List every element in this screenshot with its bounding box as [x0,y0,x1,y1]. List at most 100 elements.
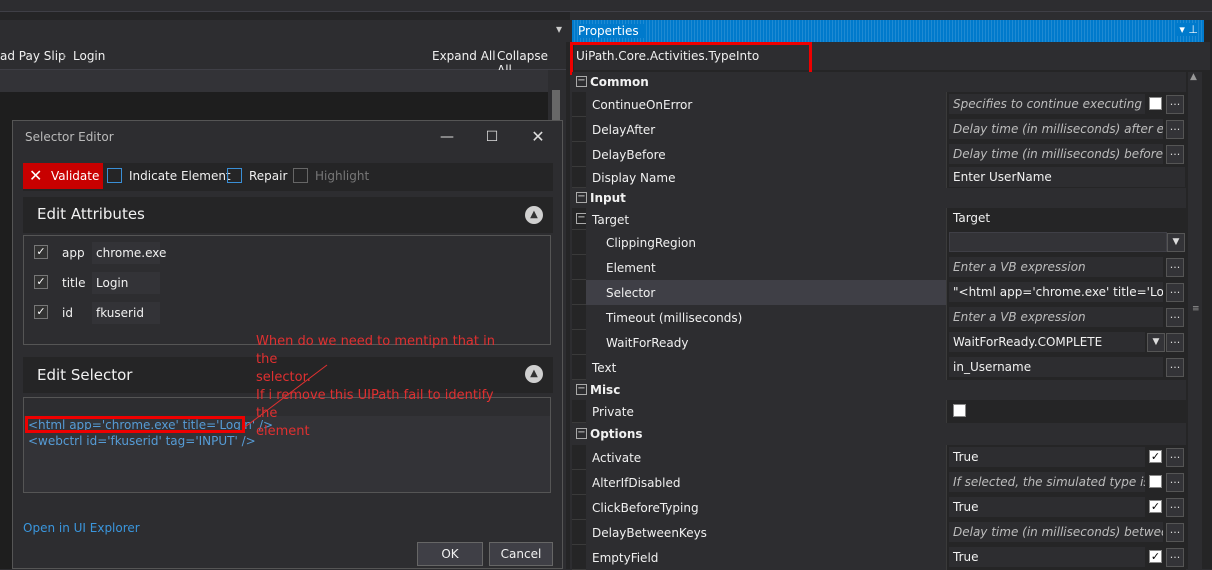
dropdown-arrow-icon[interactable]: ▼ [1147,333,1165,352]
collapse-icon[interactable]: − [576,192,587,203]
property-row: Selector "<html app='chrome.exe' title='… [572,280,1186,305]
property-value-input[interactable]: If selected, the simulated type is exec [949,472,1145,492]
property-value: "<html app='chrome.exe' title='Login' / … [946,280,1186,305]
breadcrumb-item[interactable]: ad Pay Slip [0,49,66,63]
property-value-input[interactable]: True [949,497,1145,517]
property-value [946,400,1186,423]
indicate-element-button[interactable]: Indicate Element [129,163,231,189]
property-value-input[interactable]: Enter a VB expression [949,307,1163,327]
property-value-text: Target [949,208,1185,228]
highlight-button[interactable]: Highlight [315,163,369,189]
ellipsis-button[interactable]: ... [1166,523,1184,542]
ellipsis-button[interactable]: ... [1166,333,1184,352]
properties-scrollbar[interactable]: ▲ ≡ [1188,72,1202,569]
ok-button[interactable]: OK [417,542,483,566]
checkbox[interactable] [953,404,966,417]
property-value-input[interactable]: True [949,547,1145,567]
property-value: True ✓ ... [946,495,1186,520]
property-value: Target [946,208,1186,230]
category-misc[interactable]: − Misc [572,380,1186,400]
close-icon[interactable]: ✕ [528,127,548,147]
ellipsis-button[interactable]: ... [1166,95,1184,114]
validate-label: Validate [51,169,100,183]
property-value-input[interactable]: WaitForReady.COMPLETE [949,332,1145,352]
property-name: DelayBetweenKeys [586,520,946,545]
property-value: Enter UserName [946,167,1186,188]
checkbox-checked[interactable]: ✓ [1149,450,1162,463]
checkbox-id[interactable]: ✓ [34,305,48,319]
cancel-button[interactable]: Cancel [489,542,553,566]
property-value-input[interactable] [949,232,1167,252]
property-value: Delay time (in milliseconds) after execu… [946,117,1186,142]
chevron-up-icon[interactable]: ▲ [525,206,543,224]
property-value: WaitForReady.COMPLETE ▼ ... [946,330,1186,355]
property-name: ContinueOnError [586,92,946,117]
ellipsis-button[interactable]: ... [1166,120,1184,139]
property-row: − Target Target [572,208,1186,230]
attribute-value-input[interactable]: chrome.exe [92,242,166,264]
property-value: Delay time (in milliseconds) between two… [946,520,1186,545]
checkbox[interactable] [1149,475,1162,488]
property-value-input[interactable]: Enter a VB expression [949,257,1163,277]
dropdown-arrow-icon[interactable]: ▼ [1167,233,1185,252]
highlight-annotation-box [25,416,245,433]
checkbox[interactable] [1149,97,1162,110]
collapse-icon[interactable]: − [576,76,587,87]
minimize-icon[interactable]: — [437,127,457,147]
ellipsis-button[interactable]: ... [1166,358,1184,377]
ellipsis-button[interactable]: ... [1166,145,1184,164]
property-value-input[interactable]: Delay time (in milliseconds) after execu… [949,119,1163,139]
ellipsis-button[interactable]: ... [1166,498,1184,517]
property-value-input[interactable]: True [949,447,1145,467]
property-row: Text in_Username ... [572,355,1186,380]
attribute-value-input[interactable]: Login [92,272,160,294]
checkbox-checked[interactable]: ✓ [1149,550,1162,563]
property-value: If selected, the simulated type is exec … [946,470,1186,495]
collapse-icon[interactable]: − [576,384,587,395]
scroll-up-icon[interactable]: ▲ [1190,72,1197,82]
breadcrumb-item[interactable]: Login [73,49,105,63]
highlight-icon [293,168,308,183]
property-value-input[interactable]: Delay time (in milliseconds) between two [949,522,1163,542]
property-value-input[interactable]: in_Username [949,357,1163,377]
ellipsis-button[interactable]: ... [1166,258,1184,277]
property-value-input[interactable]: Specifies to continue executing the re [949,94,1145,114]
property-value-input[interactable]: Delay time (in milliseconds) before the … [949,144,1163,164]
chevron-up-icon[interactable]: ▲ [525,365,543,383]
category-label: Input [590,191,626,205]
chevron-down-icon[interactable]: ▾ [556,22,562,36]
property-name: EmptyField [586,545,946,570]
maximize-icon[interactable]: ☐ [482,127,502,147]
category-options[interactable]: − Options [572,423,1186,445]
property-value-input[interactable]: "<html app='chrome.exe' title='Login' / [949,282,1163,302]
pin-icon[interactable]: ▾ ⊥ [1175,23,1198,36]
attribute-value-input[interactable]: fkuserid [92,302,160,324]
open-in-ui-explorer-link[interactable]: Open in UI Explorer [23,521,140,535]
category-common[interactable]: − Common [572,72,1186,92]
ellipsis-button[interactable]: ... [1166,448,1184,467]
property-name: Private [586,400,946,423]
edit-selector-title: Edit Selector [37,366,133,384]
validate-button[interactable]: ✕ Validate [23,163,103,189]
ellipsis-button[interactable]: ... [1166,548,1184,567]
property-grid: − Common ContinueOnError Specifies to co… [572,72,1186,570]
properties-panel: Properties ▾ ⊥ UiPath.Core.Activities.Ty… [570,20,1212,570]
category-input[interactable]: − Input [572,188,1186,208]
property-value-input[interactable]: Enter UserName [949,167,1185,187]
ellipsis-button[interactable]: ... [1166,473,1184,492]
properties-title: Properties [578,24,645,38]
selector-editor-dialog: Selector Editor — ☐ ✕ ✕ Validate Indicat… [12,120,563,569]
checkbox-checked[interactable]: ✓ [1149,500,1162,513]
property-name: Timeout (milliseconds) [586,305,946,330]
scroll-grip-icon[interactable]: ≡ [1192,304,1200,314]
collapse-icon[interactable]: − [576,428,587,439]
property-row: Private [572,400,1186,423]
indicate-element-icon [107,168,122,183]
repair-button[interactable]: Repair [249,163,287,189]
ellipsis-button[interactable]: ... [1166,283,1184,302]
checkbox-app[interactable]: ✓ [34,245,48,259]
attribute-name: id [62,306,73,320]
ellipsis-button[interactable]: ... [1166,308,1184,327]
checkbox-title[interactable]: ✓ [34,275,48,289]
expand-all-button[interactable]: Expand All [432,49,496,63]
